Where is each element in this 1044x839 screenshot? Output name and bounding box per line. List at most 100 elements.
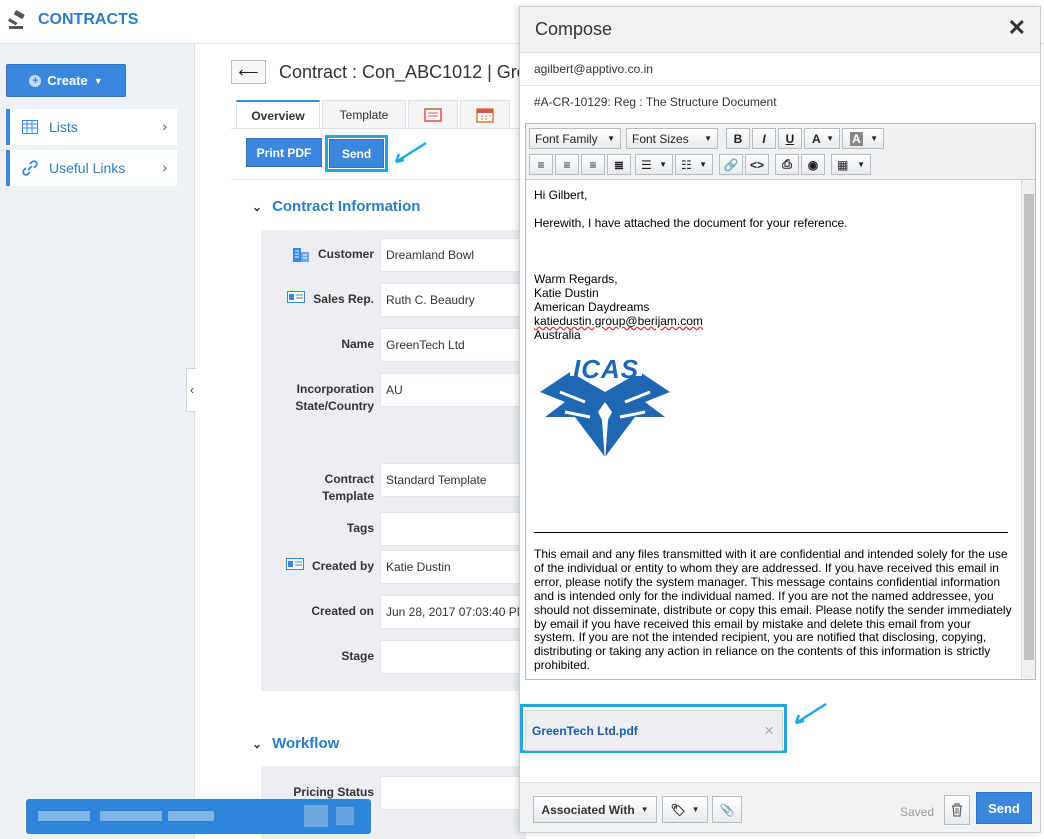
create-label: Create	[47, 73, 88, 88]
tab-invoice[interactable]	[408, 100, 458, 129]
compose-title: Compose	[535, 19, 613, 39]
back-button[interactable]: ⟵	[231, 60, 266, 84]
caret-down-icon: ▼	[93, 75, 103, 86]
numbered-list-icon[interactable]: ☷ ▼	[675, 154, 713, 175]
print-pdf-button[interactable]: Print PDF	[246, 138, 322, 167]
document-icon	[424, 108, 442, 122]
caret-down-icon: ▼	[691, 805, 700, 814]
align-left-icon[interactable]: ≡	[529, 154, 553, 175]
justify-icon[interactable]: ≣	[607, 154, 631, 175]
field-value[interactable]	[380, 512, 526, 546]
workflow-header[interactable]: ⌄ Workflow	[252, 735, 339, 752]
editor-scrollbar[interactable]	[1021, 180, 1035, 679]
tag-icon: 🏷	[670, 802, 686, 817]
chevron-down-icon: ⌄	[252, 736, 263, 751]
editor-toolbar: Font Family ▼ Font Sizes ▼ B I U A ▼ A ▼ ≡ ≡…	[526, 124, 1035, 180]
align-right-icon[interactable]: ≡	[581, 154, 605, 175]
bullet-list-icon[interactable]: ☰ ▼	[635, 154, 673, 175]
font-size-select[interactable]: Font Sizes ▼	[626, 128, 718, 149]
gavel-icon	[8, 10, 25, 29]
underline-button[interactable]: U	[778, 128, 802, 149]
field-label: Stage	[341, 649, 374, 663]
field-value[interactable]: GreenTech Ltd	[380, 328, 526, 362]
attachment-chip[interactable]: GreenTech Ltd.pdf ×	[525, 710, 783, 751]
table-icon	[22, 120, 38, 134]
highlight-color-button[interactable]: A ▼	[842, 128, 884, 149]
field-value[interactable]: AU	[380, 373, 526, 407]
caret-down-icon: ▼	[826, 134, 834, 143]
contract-info-header[interactable]: ⌄ Contract Information	[252, 198, 420, 215]
font-family-select[interactable]: Font Family ▼	[529, 128, 621, 149]
arrow-pointer-icon	[394, 141, 427, 164]
disclaimer-text: This email and any files transmitted wit…	[534, 547, 1012, 673]
signature-email[interactable]: katiedustin.group@berijam.com	[534, 314, 1012, 328]
signature-name: Katie Dustin	[534, 286, 599, 300]
record-tabs: Overview Template	[236, 100, 512, 129]
sidebar-item-label: Lists	[49, 119, 78, 135]
blurred-text	[336, 807, 354, 825]
code-icon[interactable]: <>	[745, 154, 769, 175]
link-icon[interactable]: 🔗	[719, 154, 743, 175]
id-card-icon	[287, 291, 306, 303]
field-value[interactable]	[380, 776, 526, 810]
send-button[interactable]: Send	[329, 139, 384, 168]
compose-send-button[interactable]: Send	[976, 792, 1032, 824]
signoff-text: Warm Regards,	[534, 272, 618, 286]
delete-button[interactable]	[944, 795, 970, 825]
email-body[interactable]: Hi Gilbert, Herewith, I have attached th…	[526, 180, 1020, 679]
chevron-down-icon: ⌄	[252, 199, 263, 214]
signature-country: Australia	[534, 328, 581, 342]
align-center-icon[interactable]: ≡	[555, 154, 579, 175]
field-value[interactable]: Ruth C. Beaudry	[380, 283, 526, 317]
blurred-text	[38, 811, 90, 821]
compose-dialog: Compose ✕ agilbert@apptivo.co.in #A-CR-1…	[519, 6, 1041, 833]
main-panel: ⟵ Contract : Con_ABC1012 | Gre Overview …	[196, 44, 526, 839]
sidebar-item-lists[interactable]: Lists ›	[6, 109, 177, 145]
tab-calendar[interactable]	[460, 100, 510, 129]
preview-eye-icon[interactable]: ◉	[801, 154, 825, 175]
italic-button[interactable]: I	[752, 128, 776, 149]
tab-template[interactable]: Template	[322, 100, 406, 129]
id-card-icon	[285, 558, 304, 570]
field-label: Incorporation State/Country	[295, 382, 374, 413]
field-value[interactable]: Katie Dustin	[380, 550, 526, 584]
to-field[interactable]: agilbert@apptivo.co.in	[520, 53, 1040, 86]
field-value[interactable]: Dreamland Bowl	[380, 238, 526, 272]
table-icon[interactable]: ▦ ▼	[831, 154, 871, 175]
saved-status: Saved	[900, 805, 935, 819]
caret-down-icon: ▼	[870, 134, 878, 143]
associated-with-dropdown[interactable]: Associated With ▼	[533, 796, 657, 823]
notification-bar[interactable]	[26, 799, 371, 834]
body-text: Herewith, I have attached the document f…	[534, 216, 848, 230]
divider-line	[534, 532, 1008, 533]
attachment-name[interactable]: GreenTech Ltd.pdf	[532, 724, 638, 738]
field-value[interactable]: Jun 28, 2017 07:03:40 PM	[380, 595, 526, 629]
field-label: Name	[341, 337, 374, 351]
chevron-left-icon: ‹	[190, 383, 194, 397]
blurred-text	[168, 811, 214, 821]
remove-attachment-icon[interactable]: ×	[764, 721, 774, 741]
bold-button[interactable]: B	[726, 128, 750, 149]
tag-dropdown[interactable]: 🏷 ▼	[662, 796, 708, 823]
text-color-button[interactable]: A ▼	[804, 128, 840, 149]
create-button[interactable]: + Create ▼	[6, 64, 126, 97]
close-icon[interactable]: ✕	[1008, 17, 1026, 39]
scrollbar-thumb[interactable]	[1024, 194, 1034, 660]
field-value[interactable]	[380, 640, 526, 674]
app-brand[interactable]: CONTRACTS	[8, 10, 138, 30]
header-separator	[231, 179, 526, 180]
app-title: CONTRACTS	[38, 11, 139, 28]
subject-field[interactable]: #A-CR-10129: Reg : The Structure Documen…	[520, 86, 1040, 121]
caret-down-icon: ▼	[704, 134, 712, 143]
attach-button[interactable]: 📎	[712, 796, 742, 823]
sidebar-item-useful-links[interactable]: Useful Links ›	[6, 150, 177, 186]
blurred-text	[304, 805, 328, 827]
chevron-right-icon: ›	[162, 159, 167, 175]
print-icon[interactable]: ⎙	[775, 154, 799, 175]
caret-down-icon: ▼	[607, 134, 615, 143]
page-title: Contract : Con_ABC1012 | Gre	[279, 62, 519, 82]
link-icon	[22, 160, 38, 176]
tab-overview[interactable]: Overview	[236, 100, 320, 129]
field-value[interactable]: Standard Template	[380, 463, 526, 497]
arrow-left-icon: ⟵	[238, 63, 259, 80]
